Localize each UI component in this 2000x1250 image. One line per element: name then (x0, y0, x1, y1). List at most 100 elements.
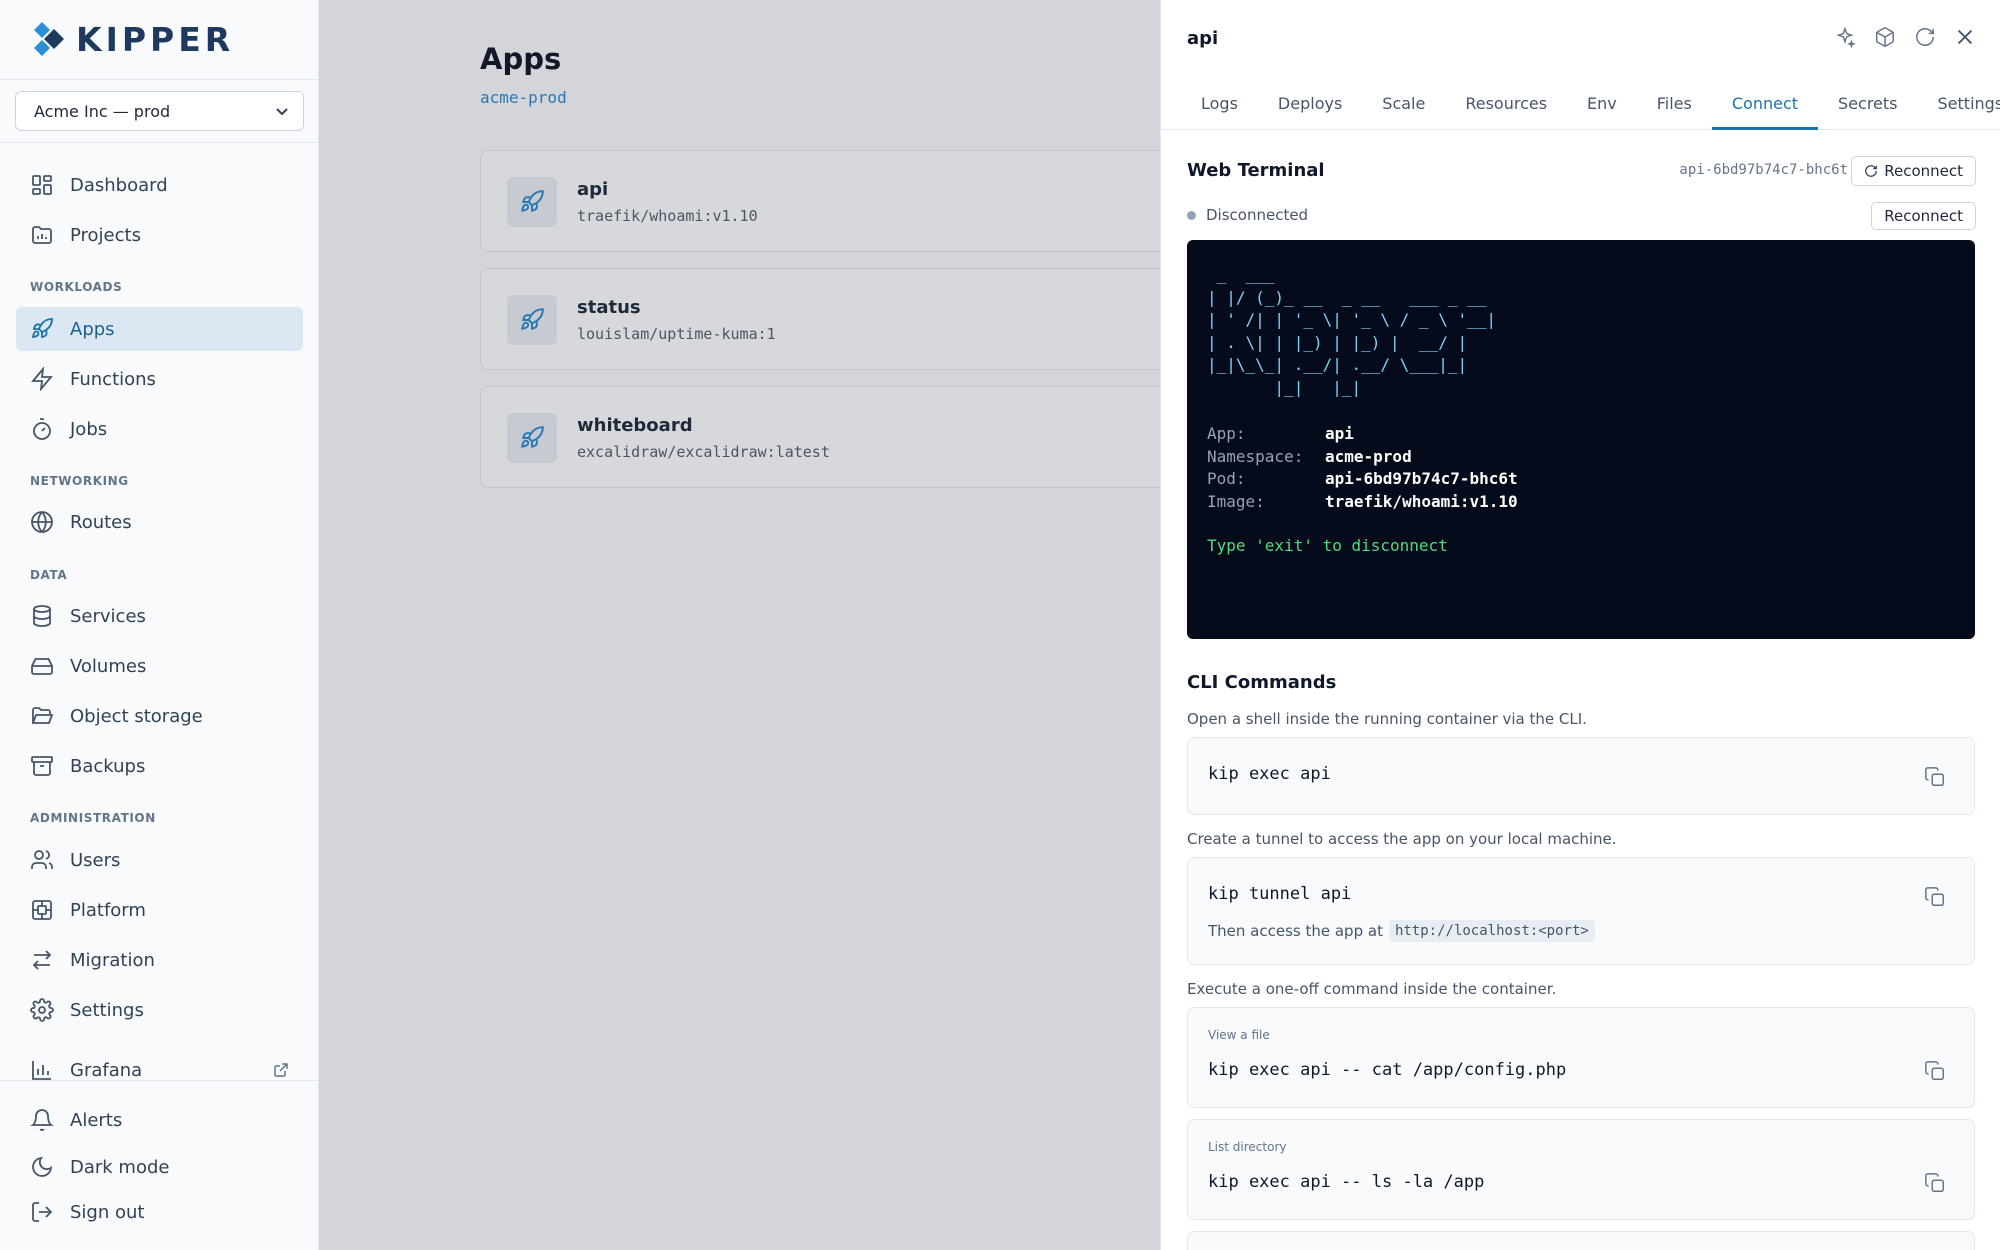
tab-secrets[interactable]: Secrets (1818, 80, 1917, 130)
sidebar-item-label: Jobs (70, 418, 108, 440)
sidebar-item-settings[interactable]: Settings (16, 988, 303, 1032)
app-icon (507, 295, 557, 345)
main-content: Apps acme-prod api traefik/whoami:v1.10 … (320, 0, 1180, 1250)
reconnect-button[interactable]: Reconnect (1871, 202, 1976, 230)
sidebar-item-alerts[interactable]: Alerts (16, 1098, 303, 1142)
sidebar-item-label: Routes (70, 511, 132, 533)
view-file-label: View a file (1208, 1028, 1270, 1042)
org-select[interactable]: Acme Inc — prod (15, 91, 304, 131)
copy-button[interactable] (1924, 1060, 1946, 1082)
panel-tabs: Logs Deploys Scale Resources Env Files C… (1161, 80, 2000, 130)
reconnect-button-header[interactable]: Reconnect (1851, 156, 1976, 186)
tunnel-command[interactable]: kip tunnel api (1208, 884, 1351, 904)
web-terminal[interactable]: _ ___ | |/ (_)_ __ _ __ ___ _ __ | ' /| … (1187, 240, 1975, 639)
divider (0, 1080, 319, 1081)
package-button[interactable] (1874, 26, 1896, 48)
sidebar-item-volumes[interactable]: Volumes (16, 644, 303, 688)
folder-open-icon (31, 707, 54, 724)
sidebar-item-migration[interactable]: Migration (16, 938, 303, 982)
reconnect-label: Reconnect (1884, 162, 1963, 180)
ai-sparkle-button[interactable] (1834, 26, 1856, 49)
sidebar-item-users[interactable]: Users (16, 838, 303, 882)
app-name: status (577, 297, 641, 318)
users-icon (31, 850, 53, 869)
sidebar-item-functions[interactable]: Functions (16, 357, 303, 401)
sidebar-item-jobs[interactable]: Jobs (16, 407, 303, 451)
sign-out-button[interactable]: Sign out (16, 1190, 303, 1234)
cli-commands-title: CLI Commands (1187, 672, 1337, 693)
sidebar-item-label: Object storage (70, 705, 203, 727)
arrows-icon (32, 950, 52, 970)
tunnel-url[interactable]: http://localhost:<port> (1388, 920, 1595, 942)
sidebar-item-services[interactable]: Services (16, 594, 303, 638)
sidebar-item-label: Functions (70, 368, 156, 390)
view-file-command-box: View a file kip exec api -- cat /app/con… (1187, 1007, 1975, 1108)
tunnel-command-box: kip tunnel api Then access the app at ht… (1187, 857, 1975, 965)
external-link-icon (274, 1063, 288, 1077)
terminal-ascii-banner: _ ___ | |/ (_)_ __ _ __ ___ _ __ | ' /| … (1207, 265, 1496, 397)
package-icon (1876, 27, 1894, 47)
nav-section-networking: NETWORKING (30, 474, 129, 488)
status-dot (1187, 210, 1196, 220)
close-icon (1957, 29, 1973, 45)
app-card-whiteboard[interactable]: whiteboard excalidraw/excalidraw:latest (480, 386, 1180, 488)
terminal-info-row: Image: traefik/whoami:v1.10 (1207, 491, 1518, 511)
tab-files[interactable]: Files (1637, 80, 1712, 130)
sidebar-item-label: Sign out (70, 1201, 145, 1223)
sidebar-item-platform[interactable]: Platform (16, 888, 303, 932)
sidebar-item-label: Dashboard (70, 174, 168, 196)
tab-settings[interactable]: Settings (1918, 80, 2000, 130)
sidebar-item-routes[interactable]: Routes (16, 500, 303, 544)
sidebar-item-backups[interactable]: Backups (16, 744, 303, 788)
rocket-icon (31, 318, 53, 339)
list-dir-command-box: List directory kip exec api -- ls -la /a… (1187, 1119, 1975, 1220)
copy-button[interactable] (1924, 886, 1946, 908)
logout-icon (32, 1202, 53, 1222)
tab-resources[interactable]: Resources (1445, 80, 1567, 130)
tab-scale[interactable]: Scale (1362, 80, 1445, 130)
tab-deploys[interactable]: Deploys (1258, 80, 1362, 130)
sidebar-item-label: Backups (70, 755, 146, 777)
sidebar-item-label: Settings (70, 999, 144, 1021)
app-card-status[interactable]: status louislam/uptime-kuma:1 (480, 268, 1180, 370)
shell-command[interactable]: kip exec api (1208, 764, 1331, 784)
tab-connect[interactable]: Connect (1711, 80, 1819, 130)
tab-env[interactable]: Env (1567, 80, 1637, 130)
refresh-icon (1865, 165, 1878, 177)
list-dir-label: List directory (1208, 1140, 1287, 1154)
copy-icon (1925, 887, 1944, 906)
nav-section-data: DATA (30, 568, 68, 582)
tunnel-description: Create a tunnel to access the app on you… (1187, 830, 1617, 848)
list-dir-command[interactable]: kip exec api -- ls -la /app (1208, 1172, 1484, 1192)
terminal-info-row: Pod: api-6bd97b74c7-bhc6t (1207, 469, 1518, 488)
sidebar-item-label: Projects (70, 224, 141, 246)
org-select-value: Acme Inc — prod (34, 101, 171, 121)
copy-icon (1925, 767, 1944, 786)
copy-button[interactable] (1924, 766, 1946, 788)
dark-mode-toggle[interactable]: Dark mode (16, 1145, 303, 1189)
sidebar-item-apps[interactable]: Apps (16, 307, 303, 351)
refresh-button[interactable] (1914, 26, 1936, 48)
sparkle-icon (1836, 26, 1856, 49)
divider (0, 79, 319, 80)
brand-logo[interactable]: KIPPER (30, 18, 234, 60)
more-command-box (1187, 1231, 1975, 1250)
sidebar-item-object-storage[interactable]: Object storage (16, 694, 303, 738)
panel-title: api (1187, 28, 1219, 49)
reconnect-label: Reconnect (1884, 207, 1963, 225)
shell-command-box: kip exec api (1187, 737, 1975, 815)
copy-button[interactable] (1924, 1172, 1946, 1194)
hard-drive-icon (31, 658, 53, 675)
close-panel-button[interactable] (1954, 26, 1976, 48)
tab-logs[interactable]: Logs (1181, 80, 1258, 130)
sidebar-item-label: Dark mode (70, 1156, 170, 1178)
view-file-command[interactable]: kip exec api -- cat /app/config.php (1208, 1060, 1566, 1080)
sidebar-item-label: Grafana (70, 1059, 143, 1081)
grid-icon (32, 175, 52, 195)
app-card-api[interactable]: api traefik/whoami:v1.10 (480, 150, 1180, 252)
sidebar-item-projects[interactable]: Projects (16, 213, 303, 257)
sidebar-item-dashboard[interactable]: Dashboard (16, 163, 303, 207)
terminal-info-row: App: api (1207, 424, 1354, 443)
sidebar-item-grafana[interactable]: Grafana (16, 1048, 303, 1092)
sidebar: KIPPER Acme Inc — prod Dashboard Project… (0, 0, 319, 1250)
